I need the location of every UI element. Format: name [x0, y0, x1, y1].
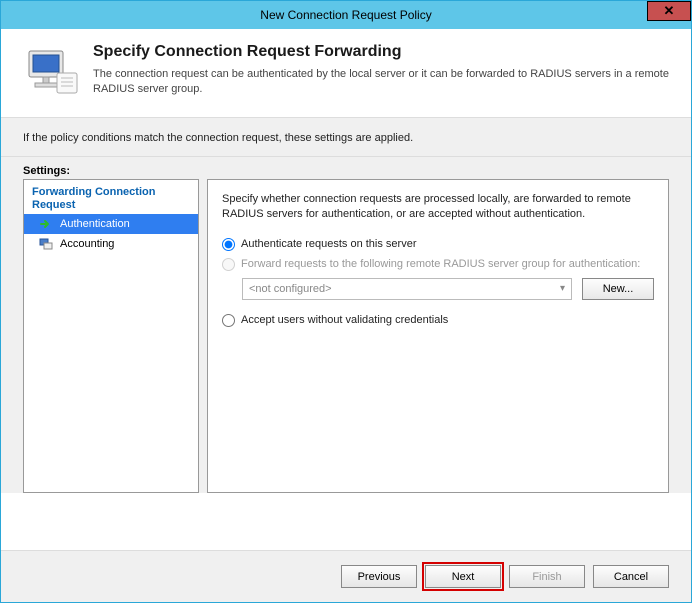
new-server-group-button[interactable]: New...: [582, 278, 654, 300]
page-subtitle: The connection request can be authentica…: [93, 67, 669, 97]
tree-item-label: Accounting: [60, 238, 114, 250]
tree-item-authentication[interactable]: Authentication: [24, 214, 198, 234]
accounting-icon: [38, 236, 54, 252]
chevron-down-icon: ▾: [560, 283, 565, 294]
conditions-description: If the policy conditions match the conne…: [1, 117, 691, 157]
cancel-button[interactable]: Cancel: [593, 565, 669, 588]
radio-label: Authenticate requests on this server: [241, 238, 416, 250]
radio-accept-without-validation-input[interactable]: [222, 314, 235, 327]
main-area: Forwarding Connection Request Authentica…: [1, 179, 691, 493]
policy-icon: [23, 43, 79, 99]
wizard-window: New Connection Request Policy ✕ Spec: [0, 0, 692, 603]
panel-description: Specify whether connection requests are …: [222, 192, 654, 222]
close-icon: ✕: [664, 3, 675, 19]
titlebar: New Connection Request Policy ✕: [1, 1, 691, 29]
radio-authenticate-local-input[interactable]: [222, 238, 235, 251]
radio-authenticate-local[interactable]: Authenticate requests on this server: [222, 238, 654, 251]
settings-label: Settings:: [1, 157, 691, 179]
arrow-right-icon: [38, 216, 54, 232]
content-area: Specify Connection Request Forwarding Th…: [1, 29, 691, 493]
header-text: Specify Connection Request Forwarding Th…: [93, 43, 669, 99]
next-button[interactable]: Next: [425, 565, 501, 588]
radio-forward-remote-input[interactable]: [222, 258, 235, 271]
tree-item-accounting[interactable]: Accounting: [24, 234, 198, 254]
radio-label: Forward requests to the following remote…: [241, 258, 640, 270]
tree-group-forwarding: Forwarding Connection Request: [24, 184, 198, 214]
finish-button: Finish: [509, 565, 585, 588]
detail-panel: Specify whether connection requests are …: [207, 179, 669, 493]
radio-forward-remote[interactable]: Forward requests to the following remote…: [222, 258, 654, 271]
radio-label: Accept users without validating credenti…: [241, 314, 448, 326]
settings-tree: Forwarding Connection Request Authentica…: [23, 179, 199, 493]
wizard-footer: Previous Next Finish Cancel: [1, 550, 691, 602]
window-title: New Connection Request Policy: [260, 8, 431, 22]
header-area: Specify Connection Request Forwarding Th…: [1, 29, 691, 117]
combo-value: <not configured>: [249, 283, 332, 295]
previous-button[interactable]: Previous: [341, 565, 417, 588]
page-title: Specify Connection Request Forwarding: [93, 43, 669, 61]
tree-item-label: Authentication: [60, 218, 130, 230]
server-group-row: <not configured> ▾ New...: [242, 278, 654, 300]
close-button[interactable]: ✕: [647, 1, 691, 21]
radio-accept-without-validation[interactable]: Accept users without validating credenti…: [222, 314, 654, 327]
server-group-combo[interactable]: <not configured> ▾: [242, 278, 572, 300]
